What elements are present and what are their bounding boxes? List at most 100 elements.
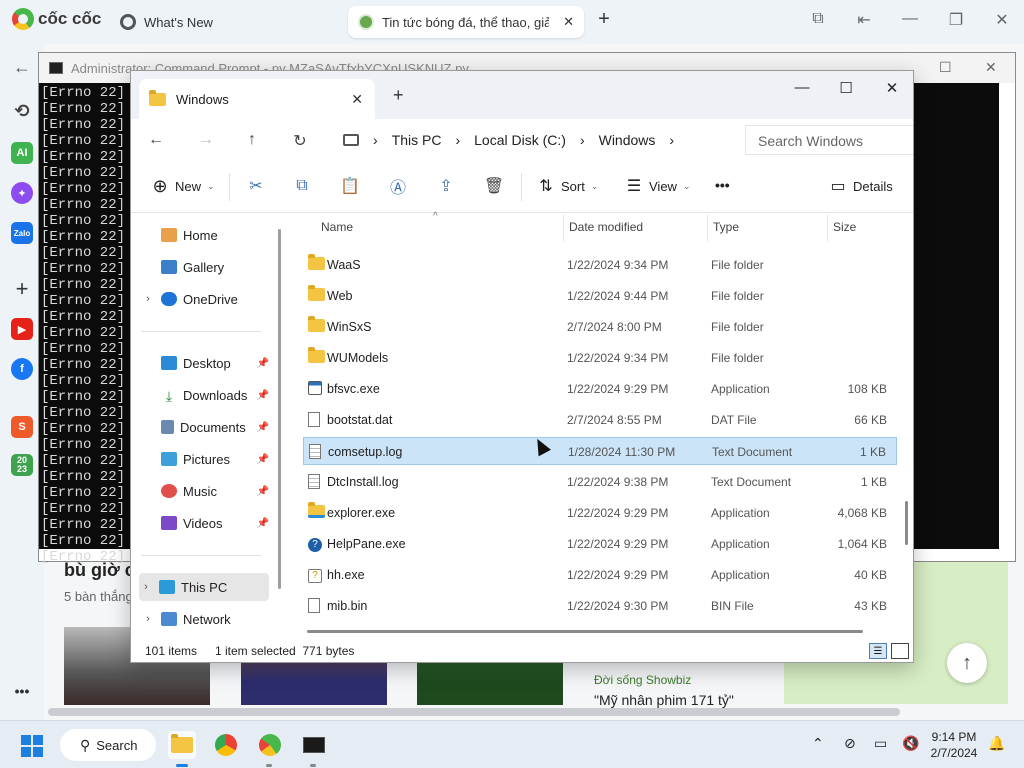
nav-item-music[interactable]: Music 📌 — [141, 477, 271, 505]
delete-button[interactable]: 🗑 — [484, 177, 504, 195]
column-divider[interactable] — [563, 215, 564, 241]
breadcrumb-this-pc[interactable]: This PC — [392, 132, 442, 148]
shopee-icon[interactable]: S — [11, 416, 33, 438]
file-explorer-window[interactable]: Windows ✕ + — ☐ ✕ ← → ↑ ↻ › This PC › Lo… — [130, 70, 914, 663]
copy-button[interactable]: ⧉ — [293, 177, 311, 195]
file-row[interactable]: ? HelpPane.exe 1/22/2024 9:29 PM Applicatio… — [303, 530, 897, 558]
facebook-icon[interactable]: f — [11, 358, 33, 380]
more-icon[interactable]: ••• — [11, 680, 33, 702]
coccoc-logo[interactable]: cốc cốc — [12, 8, 101, 30]
notifications-bell-icon[interactable]: 🔔 — [988, 735, 1005, 752]
column-header-size[interactable]: Size — [833, 213, 856, 241]
file-row[interactable]: DtcInstall.log 1/22/2024 9:38 PM Text Docu… — [303, 468, 897, 496]
file-row[interactable]: bfsvc.exe 1/22/2024 9:29 PM Application 108… — [303, 375, 897, 403]
details-pane-button[interactable]: ▭ Details — [829, 177, 892, 195]
news-headline-2[interactable]: "Mỹ nhân phim 171 tỷ" — [594, 692, 734, 708]
search-input[interactable]: Search Windows — [745, 125, 913, 155]
new-tab-button[interactable]: + — [393, 85, 404, 106]
cmd-close-icon[interactable]: ✕ — [985, 59, 997, 76]
close-tab-icon[interactable]: ✕ — [351, 91, 363, 108]
minimize-icon[interactable]: — — [787, 79, 817, 96]
close-tab-icon[interactable]: ✕ — [563, 14, 574, 30]
file-list-horizontal-scrollbar[interactable] — [307, 630, 863, 633]
close-window-icon[interactable]: ✕ — [990, 10, 1014, 30]
calendar-2023-icon[interactable]: 20 23 — [11, 454, 33, 476]
back-icon[interactable]: ← — [11, 56, 33, 78]
up-arrow-icon[interactable]: ↑ — [241, 131, 263, 149]
browser-tab-whats-new[interactable]: What's New — [110, 6, 223, 38]
sort-button[interactable]: ⇅ Sort ⌄ — [537, 177, 598, 195]
new-tab-button[interactable]: + — [592, 8, 616, 31]
file-row[interactable]: Web 1/22/2024 9:44 PM File folder — [303, 282, 897, 310]
browser-tab-news[interactable]: Tin tức bóng đá, thể thao, giả ✕ — [348, 6, 584, 38]
ai-assistant-icon[interactable]: AI — [11, 142, 33, 164]
tiles-view-button[interactable] — [891, 643, 909, 659]
nav-item-videos[interactable]: Videos 📌 — [141, 509, 271, 537]
file-explorer-app[interactable] — [168, 731, 196, 759]
coccoc-app[interactable] — [256, 731, 284, 759]
taskbar-search[interactable]: ⚲ Search — [60, 729, 156, 761]
nav-item-documents[interactable]: Documents 📌 — [141, 413, 271, 441]
volume-muted-icon[interactable]: 🔇 — [902, 735, 919, 752]
breadcrumb[interactable]: › This PC › Local Disk (C:) › Windows › — [343, 125, 733, 155]
file-row[interactable]: explorer.exe 1/22/2024 9:29 PM Application… — [303, 499, 897, 527]
explorer-titlebar[interactable]: Windows ✕ + — ☐ ✕ — [131, 71, 913, 119]
back-arrow-icon[interactable]: ⇤ — [852, 10, 876, 30]
chevron-up-icon[interactable]: ⌃ — [812, 735, 824, 752]
file-row[interactable]: ? hh.exe 1/22/2024 9:29 PM Application 40 KB — [303, 561, 897, 589]
maximize-icon[interactable]: ☐ — [831, 79, 861, 97]
network-off-icon[interactable]: ⊘ — [844, 735, 856, 752]
chevron-right-icon[interactable]: › — [141, 293, 155, 305]
minimize-icon[interactable]: — — [898, 10, 922, 28]
windows-start-icon[interactable] — [21, 735, 43, 757]
new-button[interactable]: ⊕ New ⌄ — [151, 176, 214, 196]
display-icon[interactable]: ▭ — [874, 735, 887, 752]
nav-item-gallery[interactable]: Gallery — [141, 253, 271, 281]
column-header-date[interactable]: Date modified — [569, 213, 643, 241]
restore-icon[interactable]: ❐ — [944, 10, 968, 30]
nav-item-pictures[interactable]: Pictures 📌 — [141, 445, 271, 473]
page-horizontal-scrollbar[interactable] — [48, 708, 900, 716]
cut-button[interactable]: ✂ — [247, 177, 265, 195]
more-options-button[interactable]: ••• — [715, 177, 730, 193]
column-divider[interactable] — [707, 215, 708, 241]
file-row[interactable]: WinSxS 2/7/2024 8:00 PM File folder — [303, 313, 897, 341]
view-button[interactable]: ☰ View ⌄ — [625, 177, 691, 195]
screenshot-search-icon[interactable]: ⧉ — [806, 10, 830, 28]
forward-arrow-icon[interactable]: → — [195, 131, 217, 149]
file-row[interactable]: WUModels 1/22/2024 9:34 PM File folder — [303, 344, 897, 372]
chevron-right-icon[interactable]: › — [139, 581, 153, 593]
share-button[interactable]: ⇪ — [437, 177, 455, 195]
nav-item-onedrive[interactable]: › OneDrive — [141, 285, 271, 313]
breadcrumb-separator[interactable]: › — [669, 132, 674, 148]
breadcrumb-windows[interactable]: Windows — [599, 132, 656, 148]
refresh-icon[interactable]: ↻ — [289, 131, 311, 151]
column-header-type[interactable]: Type — [713, 213, 739, 241]
scroll-to-top-button[interactable]: ↑ — [947, 643, 987, 683]
explorer-tab-windows[interactable]: Windows ✕ — [139, 79, 375, 119]
news-category[interactable]: Đời sống Showbiz — [594, 673, 691, 687]
terminal-app[interactable] — [300, 731, 328, 759]
file-row[interactable]: WaaS 1/22/2024 9:34 PM File folder — [303, 251, 897, 279]
cmd-maximize-icon[interactable]: ☐ — [939, 59, 952, 76]
nav-item-downloads[interactable]: ⤓ Downloads 📌 — [141, 381, 271, 409]
add-app-icon[interactable]: + — [11, 276, 33, 301]
messenger-icon[interactable]: ✦ — [11, 182, 33, 204]
back-arrow-icon[interactable]: ← — [145, 131, 167, 149]
youtube-icon[interactable]: ▶ — [11, 318, 33, 340]
file-row[interactable]: comsetup.log 1/28/2024 11:30 PM Text Docum… — [303, 437, 897, 465]
chevron-right-icon[interactable]: › — [141, 613, 155, 625]
nav-item-desktop[interactable]: Desktop 📌 — [141, 349, 271, 377]
file-row[interactable]: mib.bin 1/22/2024 9:30 PM BIN File 43 KB — [303, 592, 897, 620]
column-divider[interactable] — [827, 215, 828, 241]
history-icon[interactable]: ⟲ — [11, 100, 33, 122]
close-window-icon[interactable]: ✕ — [877, 79, 907, 97]
nav-item-network[interactable]: › Network — [141, 605, 271, 633]
nav-item-this-pc[interactable]: › This PC — [139, 573, 269, 601]
chrome-app[interactable] — [212, 731, 240, 759]
details-view-button[interactable]: ☰ — [869, 643, 887, 659]
rename-button[interactable]: Ⓐ — [389, 177, 407, 197]
breadcrumb-local-disk[interactable]: Local Disk (C:) — [474, 132, 566, 148]
file-list-vertical-scrollbar[interactable] — [905, 501, 908, 545]
paste-button[interactable]: 📋 — [340, 177, 360, 195]
